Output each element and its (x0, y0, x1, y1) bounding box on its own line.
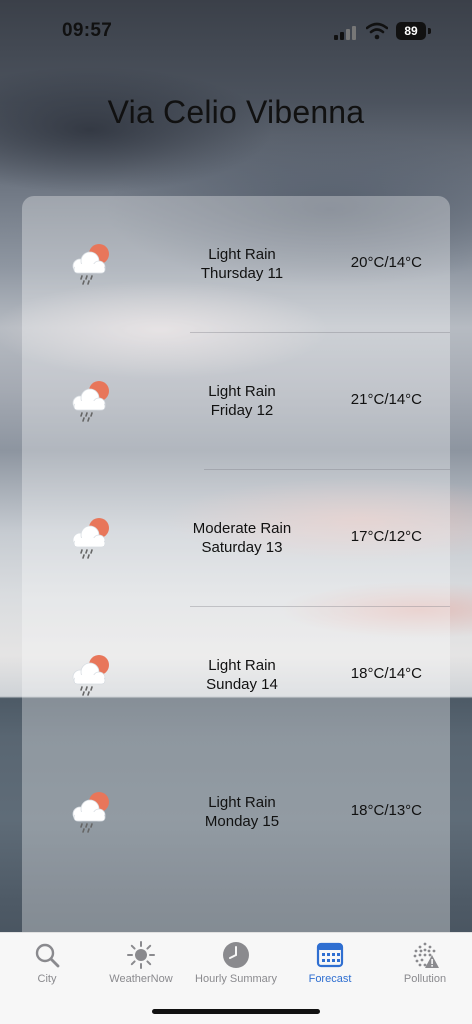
forecast-temps: 20°C/14°C (350, 254, 422, 271)
tab-weathernow[interactable]: WeatherNow (94, 939, 188, 993)
battery-icon: 89 (396, 22, 426, 40)
home-indicator (152, 1009, 320, 1014)
forecast-condition: Light Rain (208, 657, 276, 674)
tab-label: Forecast (308, 973, 352, 985)
forecast-row: Light Rain Thursday 11 20°C/14°C (22, 196, 450, 333)
forecast-row: Light Rain Sunday 14 18°C/14°C (22, 607, 450, 744)
forecast-day: Thursday 11 (200, 265, 284, 282)
forecast-description: Light Rain Friday 12 (162, 382, 322, 420)
search-icon (35, 943, 60, 968)
tab-pollution[interactable]: Pollution (378, 939, 472, 993)
forecast-description: Light Rain Thursday 11 (162, 245, 322, 283)
sun-cloud-rain-icon (66, 240, 116, 290)
forecast-condition: Moderate Rain (192, 520, 292, 537)
wifi-icon (366, 22, 388, 40)
tab-label: Hourly Summary (195, 973, 277, 985)
pollution-warning-icon (413, 942, 439, 968)
sun-cloud-rain-icon (66, 788, 116, 838)
forecast-condition: Light Rain (208, 794, 276, 811)
tab-label: Pollution (403, 973, 447, 985)
forecast-row: Light Rain Monday 15 18°C/13°C (22, 744, 450, 881)
forecast-description: Light Rain Sunday 14 (162, 656, 322, 694)
sun-cloud-rain-icon (66, 514, 116, 564)
forecast-condition: Light Rain (208, 383, 276, 400)
status-bar: 09:57 89 (0, 0, 472, 62)
calendar-icon (316, 942, 344, 968)
tab-label: City (37, 973, 57, 985)
forecast-day: Friday 12 (210, 402, 274, 419)
clock-icon (223, 942, 249, 968)
forecast-day: Saturday 13 (201, 539, 283, 556)
sun-icon (127, 941, 155, 969)
forecast-temps: 18°C/14°C (350, 665, 422, 682)
forecast-row: Moderate Rain Saturday 13 17°C/12°C (22, 470, 450, 607)
forecast-day: Monday 15 (204, 813, 280, 830)
battery-cap (428, 28, 431, 34)
tab-label: WeatherNow (109, 973, 173, 985)
status-time: 09:57 (62, 20, 113, 41)
forecast-temps: 21°C/14°C (350, 391, 422, 408)
sun-cloud-rain-icon (66, 377, 116, 427)
tab-city[interactable]: City (0, 939, 94, 993)
cellular-signal-icon (334, 26, 360, 40)
forecast-description: Light Rain Monday 15 (162, 793, 322, 831)
tab-hourly-summary[interactable]: Hourly Summary (189, 939, 283, 993)
city-title: Via Celio Vibenna (107, 94, 365, 130)
forecast-temps: 17°C/12°C (350, 528, 422, 545)
forecast-description: Moderate Rain Saturday 13 (162, 519, 322, 557)
forecast-row: Light Rain Friday 12 21°C/14°C (22, 333, 450, 470)
tab-forecast[interactable]: Forecast (283, 939, 377, 993)
sun-cloud-rain-icon (66, 651, 116, 701)
forecast-condition: Light Rain (208, 246, 276, 263)
forecast-temps: 18°C/13°C (350, 802, 422, 819)
forecast-day: Sunday 14 (206, 676, 278, 693)
forecast-list[interactable]: Light Rain Thursday 11 20°C/14°C Light R… (22, 196, 450, 934)
